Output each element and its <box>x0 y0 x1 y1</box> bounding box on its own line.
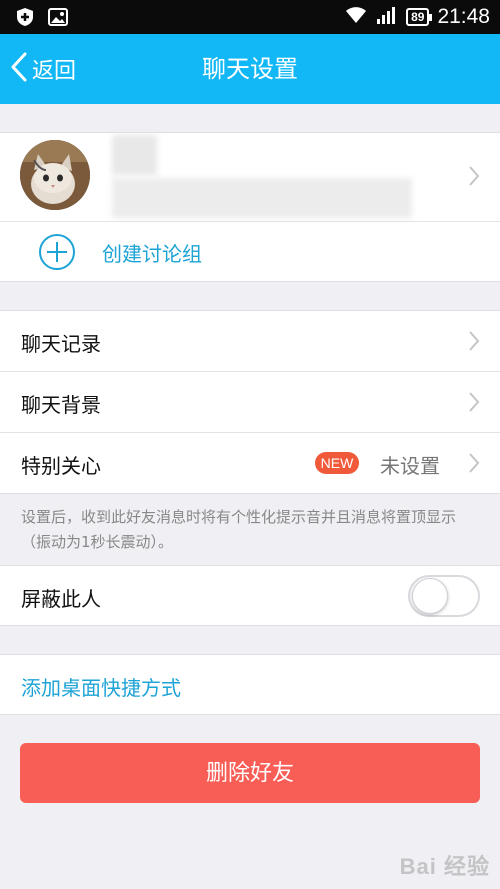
chevron-right-icon <box>468 330 480 356</box>
title-bar: 聊天设置 返回 <box>0 34 500 104</box>
chevron-left-icon <box>10 51 28 87</box>
image-icon <box>48 8 68 30</box>
chevron-right-icon <box>468 391 480 417</box>
chat-background-label: 聊天背景 <box>21 393 101 417</box>
chevron-right-icon <box>468 452 480 478</box>
delete-friend-button[interactable]: 删除好友 <box>20 743 480 803</box>
special-care-label: 特别关心 <box>21 454 101 478</box>
special-care-hint: 设置后，收到此好友消息时将有个性化提示音并且消息将置顶显示（振动为1秒长震动）。 <box>21 508 457 551</box>
battery-icon: 89 <box>406 8 433 26</box>
back-button[interactable]: 返回 <box>10 34 76 104</box>
block-toggle[interactable] <box>408 575 480 617</box>
special-care-value: 未设置 <box>380 454 440 478</box>
add-shortcut-label: 添加桌面快捷方式 <box>21 676 181 700</box>
new-badge: NEW <box>315 452 359 474</box>
blurred-account <box>112 178 412 218</box>
wifi-icon <box>344 5 368 29</box>
block-label: 屏蔽此人 <box>21 587 101 611</box>
chat-history-label: 聊天记录 <box>21 332 101 356</box>
toggle-knob <box>412 578 448 614</box>
status-time: 21:48 <box>437 5 490 28</box>
baidu-watermark: Bai 经验 <box>399 854 490 879</box>
signal-icon <box>376 5 398 29</box>
blurred-name <box>112 135 157 175</box>
plus-circle-icon <box>38 233 76 275</box>
back-label: 返回 <box>32 59 77 84</box>
create-group-label: 创建讨论组 <box>102 242 202 266</box>
chevron-right-icon <box>468 165 480 191</box>
cat-avatar <box>20 140 90 210</box>
status-bar: 89 21:48 <box>0 0 500 34</box>
shield-icon <box>16 7 34 31</box>
